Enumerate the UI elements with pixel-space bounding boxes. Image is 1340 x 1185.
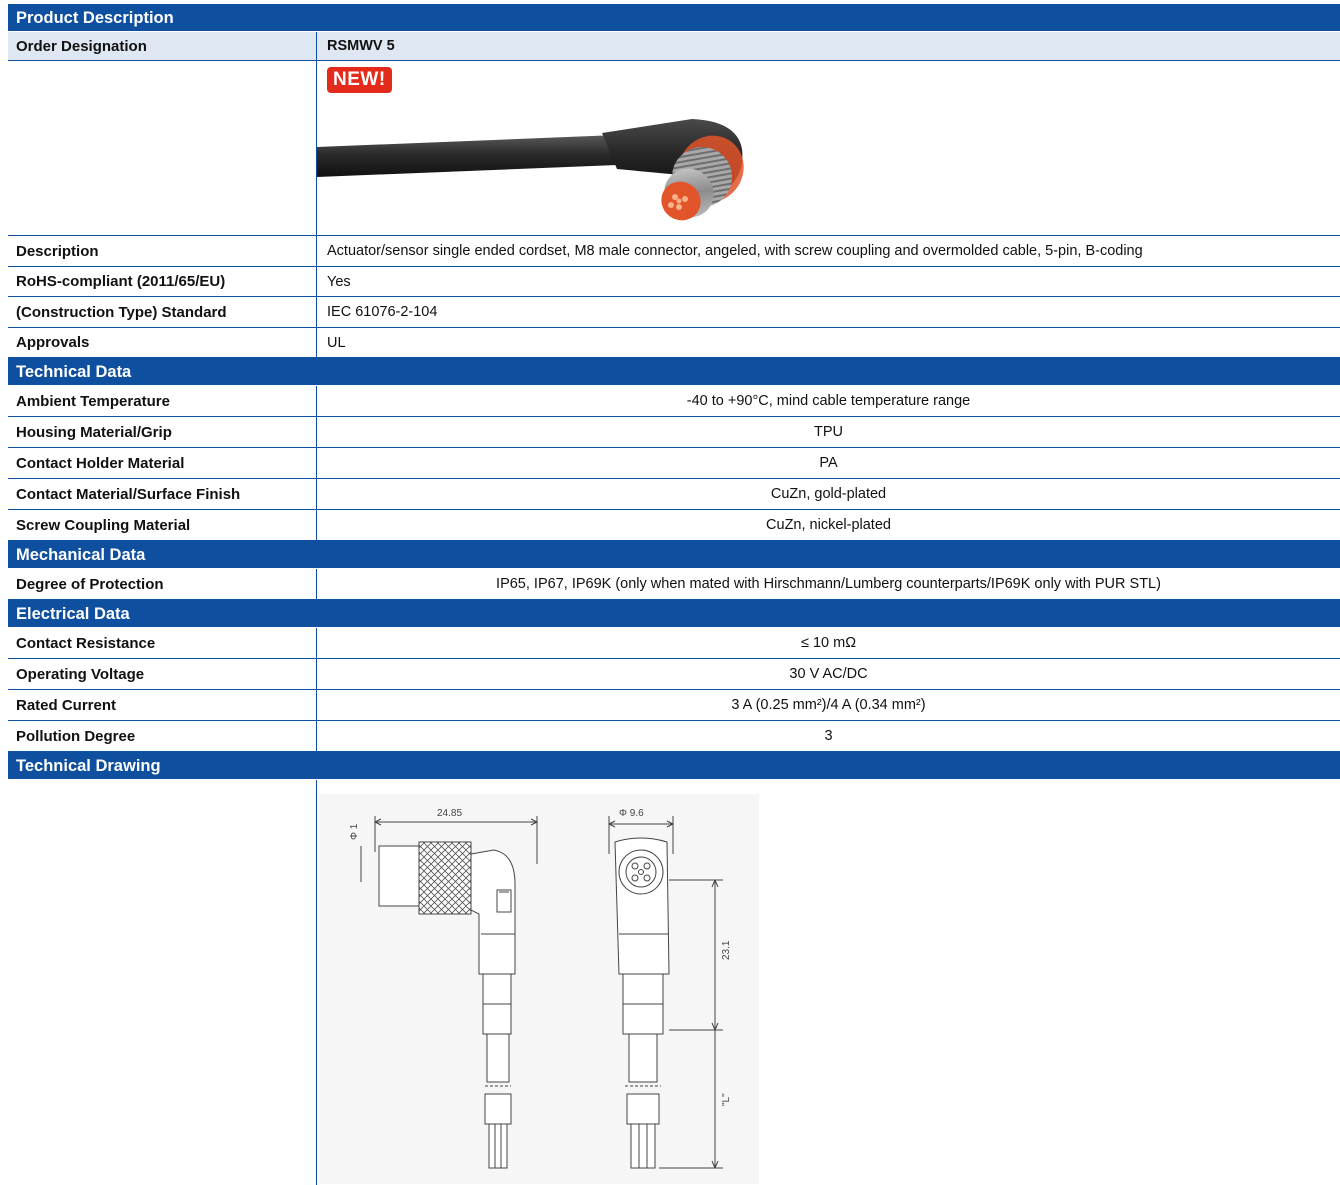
dim-cable-label: "L" (721, 1093, 732, 1106)
spec-label: RoHS-compliant (2011/65/EU) (8, 267, 317, 296)
spec-label: Operating Voltage (8, 659, 317, 689)
spec-label: (Construction Type) Standard (8, 297, 317, 327)
dim-small-label: Φ 1 (349, 823, 360, 840)
spec-label: Description (8, 236, 317, 266)
spec-label: Ambient Temperature (8, 386, 317, 416)
section-header-technical-drawing: Technical Drawing (8, 752, 1340, 780)
order-designation-value: RSMWV 5 (327, 38, 395, 54)
spec-row: RoHS-compliant (2011/65/EU) Yes (8, 267, 1340, 297)
spec-row: Degree of Protection IP65, IP67, IP69K (… (8, 569, 1340, 600)
spec-row: Contact Resistance ≤ 10 mΩ (8, 628, 1340, 659)
spec-value: 3 A (0.25 mm²)/4 A (0.34 mm²) (731, 697, 926, 713)
spec-row: Ambient Temperature -40 to +90°C, mind c… (8, 386, 1340, 417)
order-designation-label: Order Designation (8, 32, 317, 60)
section-header-electrical-data: Electrical Data (8, 600, 1340, 628)
spec-value: Actuator/sensor single ended cordset, M8… (327, 243, 1143, 259)
spec-row: Operating Voltage 30 V AC/DC (8, 659, 1340, 690)
datasheet: Product Description Order Designation RS… (8, 4, 1340, 1185)
spec-value: IEC 61076-2-104 (327, 304, 438, 320)
technical-drawing: 24.85 Φ 1 Φ 9.6 23.1 "L" (319, 794, 759, 1184)
image-label-cell (8, 61, 317, 235)
spec-label: Contact Holder Material (8, 448, 317, 478)
spec-label: Contact Material/Surface Finish (8, 479, 317, 509)
spec-row: Screw Coupling Material CuZn, nickel-pla… (8, 510, 1340, 541)
spec-label: Screw Coupling Material (8, 510, 317, 540)
spec-value: PA (819, 455, 838, 471)
spec-value: CuZn, gold-plated (770, 486, 887, 502)
spec-label: Pollution Degree (8, 721, 317, 751)
product-photo (317, 119, 744, 221)
spec-value: -40 to +90°C, mind cable temperature ran… (686, 393, 971, 409)
drawing-cell: 24.85 Φ 1 Φ 9.6 23.1 "L" (317, 780, 1340, 1185)
spec-row: (Construction Type) Standard IEC 61076-2… (8, 297, 1340, 328)
spec-row: Rated Current 3 A (0.25 mm²)/4 A (0.34 m… (8, 690, 1340, 721)
spec-row: Contact Material/Surface Finish CuZn, go… (8, 479, 1340, 510)
section-header-product-description: Product Description (8, 4, 1340, 32)
drawing-label-cell (8, 780, 317, 1185)
order-designation-row: Order Designation RSMWV 5 (8, 32, 1340, 61)
spec-row: Contact Holder Material PA (8, 448, 1340, 479)
spec-label: Housing Material/Grip (8, 417, 317, 447)
section-header-technical-data: Technical Data (8, 358, 1340, 386)
dim-length-label: 24.85 (437, 808, 462, 819)
dim-height-label: 23.1 (721, 940, 732, 960)
spec-value: 3 (824, 728, 833, 744)
spec-label: Degree of Protection (8, 569, 317, 599)
spec-row: Housing Material/Grip TPU (8, 417, 1340, 448)
spec-value: UL (327, 334, 346, 351)
dim-diameter-label: Φ 9.6 (619, 808, 644, 819)
spec-row: Approvals UL (8, 328, 1340, 358)
product-image-row: NEW! (8, 61, 1340, 236)
spec-value: Yes (327, 273, 351, 290)
spec-value: CuZn, nickel-plated (766, 517, 891, 533)
spec-label: Approvals (8, 328, 317, 357)
spec-value: IP65, IP67, IP69K (only when mated with … (496, 576, 1161, 592)
spec-value: TPU (814, 424, 843, 440)
spec-row: Pollution Degree 3 (8, 721, 1340, 752)
spec-label: Rated Current (8, 690, 317, 720)
spec-label: Contact Resistance (8, 628, 317, 658)
section-header-mechanical-data: Mechanical Data (8, 541, 1340, 569)
spec-value: 30 V AC/DC (789, 666, 868, 682)
spec-row: Description Actuator/sensor single ended… (8, 236, 1340, 267)
technical-drawing-row: 24.85 Φ 1 Φ 9.6 23.1 "L" (8, 780, 1340, 1185)
spec-value: ≤ 10 mΩ (800, 635, 857, 651)
image-cell: NEW! (317, 61, 1340, 235)
